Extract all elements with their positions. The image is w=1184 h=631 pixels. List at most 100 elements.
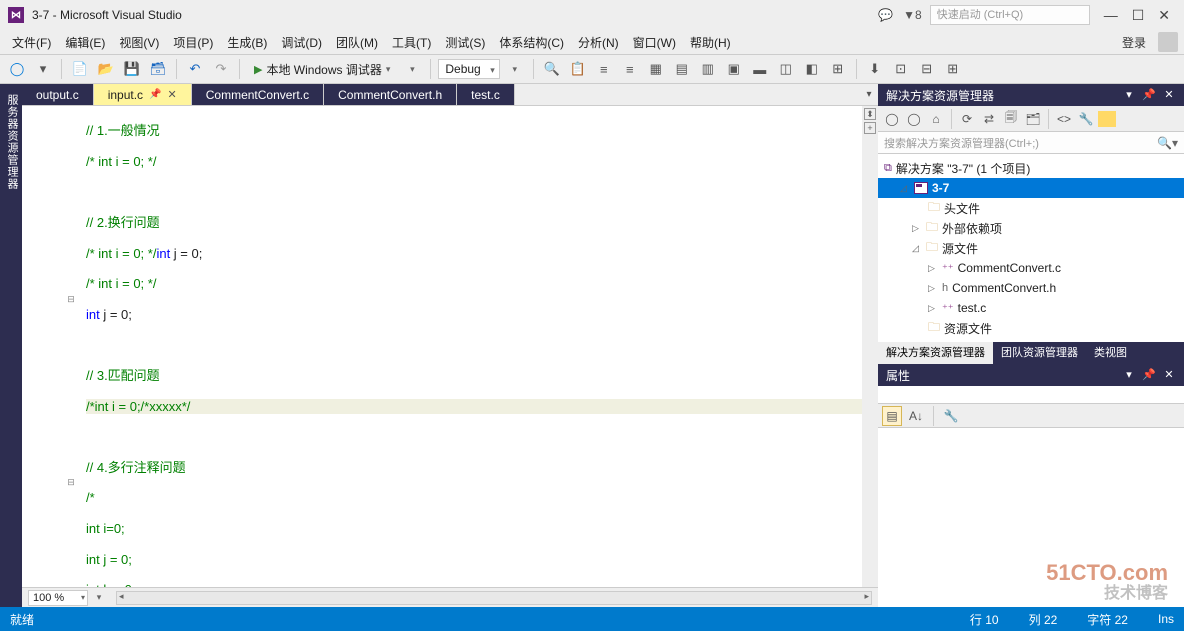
h-scrollbar[interactable] [116,591,872,605]
solution-search[interactable]: 搜索解决方案资源管理器(Ctrl+;) 🔍▾ [878,132,1184,154]
menu-file[interactable]: 文件(F) [6,32,57,53]
redo-icon[interactable]: ↷ [210,58,232,80]
toolbar-icon[interactable]: ⊡ [890,58,912,80]
menu-project[interactable]: 项目(P) [167,32,219,53]
menu-test[interactable]: 测试(S) [439,32,491,53]
file-tab-input[interactable]: input.c📌✕ [94,84,192,105]
toolbar-icon[interactable]: ≡ [619,58,641,80]
toolbar-icon[interactable]: ⊞ [942,58,964,80]
tabs-dropdown-icon[interactable]: ▾ [860,84,878,105]
tree-folder-external[interactable]: ▷🗀外部依赖项 [878,218,1184,238]
toolbar-icon[interactable]: ⊟ [916,58,938,80]
home-icon[interactable]: ⌂ [926,109,946,129]
toolbar-icon[interactable]: ▣ [723,58,745,80]
folder-icon[interactable] [1098,111,1116,127]
menu-window[interactable]: 窗口(W) [627,32,682,53]
file-tab-commentconvert-h[interactable]: CommentConvert.h [324,84,457,105]
home-icon[interactable]: ◯ [904,109,924,129]
panel-close-icon[interactable]: ✕ [1162,88,1176,102]
menu-view[interactable]: 视图(V) [113,32,165,53]
code-editor[interactable]: // 1.一般情况 /* int i = 0; */ // 2.换行问题 /* … [80,106,862,587]
nav-fwd-icon[interactable]: ▾ [32,58,54,80]
close-tab-icon[interactable]: ✕ [168,88,177,101]
file-tab-output[interactable]: output.c [22,84,94,105]
menu-debug[interactable]: 调试(D) [275,32,328,53]
tree-solution[interactable]: ⧉解决方案 "3-7" (1 个项目) [878,158,1184,178]
tree-file[interactable]: ▷⁺⁺CommentConvert.c [878,258,1184,278]
menu-help[interactable]: 帮助(H) [684,32,737,53]
pin-icon[interactable]: 📌 [149,89,161,100]
tree-folder-resource[interactable]: 🗀资源文件 [878,318,1184,338]
toolbar-icon[interactable]: ≡ [593,58,615,80]
undo-icon[interactable]: ↶ [184,58,206,80]
feedback-icon[interactable]: 💬 [878,8,893,22]
tree-folder-source[interactable]: ◿🗀源文件 [878,238,1184,258]
tab-class-view[interactable]: 类视图 [1086,342,1135,364]
maximize-button[interactable]: ☐ [1132,7,1145,24]
tree-project[interactable]: ◿3-7 [878,178,1184,198]
panel-pin-icon[interactable]: 📌 [1142,368,1156,382]
panel-dropdown-icon[interactable]: ▾ [1122,368,1136,382]
tree-file[interactable]: ▷⁺⁺test.c [878,298,1184,318]
user-avatar-icon[interactable] [1158,32,1178,52]
panel-close-icon[interactable]: ✕ [1162,368,1176,382]
save-icon[interactable]: 💾 [121,58,143,80]
wrench-icon[interactable]: 🔧 [1076,109,1096,129]
quick-launch-input[interactable]: 快速启动 (Ctrl+Q) [930,5,1090,25]
toolbar-icon[interactable]: ▥ [697,58,719,80]
window-title: 3-7 - Microsoft Visual Studio [32,8,182,22]
zoom-combo[interactable]: 100 % [28,590,88,606]
tree-folder-headers[interactable]: 🗀头文件 [878,198,1184,218]
play-icon: ▶ [254,63,262,76]
panel-dropdown-icon[interactable]: ▾ [1122,88,1136,102]
tab-team-explorer[interactable]: 团队资源管理器 [993,342,1086,364]
file-tabs: output.c input.c📌✕ CommentConvert.c Comm… [22,84,878,106]
close-button[interactable]: ✕ [1158,7,1170,24]
toolbar-icon[interactable]: 📋 [567,58,589,80]
new-project-icon[interactable]: 📄 [69,58,91,80]
toolbar-icon[interactable]: ⊞ [827,58,849,80]
minimize-button[interactable]: — [1104,7,1118,24]
notifications-icon[interactable]: ▼8 [903,8,922,22]
toolbar-icon[interactable]: ◫ [775,58,797,80]
menu-tools[interactable]: 工具(T) [386,32,437,53]
menu-arch[interactable]: 体系结构(C) [493,32,570,53]
toolbar-icon[interactable]: ▬ [749,58,771,80]
menu-team[interactable]: 团队(M) [330,32,384,53]
split-icon[interactable]: + [864,122,876,134]
toolbar-icon[interactable]: ◧ [801,58,823,80]
refresh-icon[interactable]: ⟳ [957,109,977,129]
toolbar-icon[interactable]: ⬇ [864,58,886,80]
tab-solution-explorer[interactable]: 解决方案资源管理器 [878,342,993,364]
fold-icon[interactable]: ⊟ [62,292,80,307]
solution-toolbar: ◯ ◯ ⌂ ⟳ ⇄ 🗐 🗂 <> 🔧 [878,106,1184,132]
config-combo[interactable]: Debug [438,59,499,79]
toolbar-icon[interactable]: ▤ [671,58,693,80]
toolbar-icon[interactable]: ▦ [645,58,667,80]
categorize-icon[interactable]: ▤ [882,406,902,426]
sync-icon[interactable]: ⇄ [979,109,999,129]
split-icon[interactable]: ⬍ [864,108,876,120]
file-tab-commentconvert-c[interactable]: CommentConvert.c [192,84,324,105]
server-explorer-tab[interactable]: 服务器资源管理器 [4,90,20,601]
sort-az-icon[interactable]: A↓ [906,406,926,426]
menu-edit[interactable]: 编辑(E) [59,32,111,53]
nav-back-icon[interactable]: ◯ [6,58,28,80]
menu-analyze[interactable]: 分析(N) [572,32,625,53]
zoom-dropdown-icon[interactable]: ▾ [88,587,110,609]
login-link[interactable]: 登录 [1116,32,1152,53]
properties-icon[interactable]: 🗂 [1023,109,1043,129]
menu-build[interactable]: 生成(B) [221,32,273,53]
start-debug-button[interactable]: ▶ 本地 Windows 调试器 ▾ [247,58,397,81]
panel-pin-icon[interactable]: 📌 [1142,88,1156,102]
fold-icon[interactable]: ⊟ [62,475,80,490]
open-file-icon[interactable]: 📂 [95,58,117,80]
save-all-icon[interactable]: 🗃 [147,58,169,80]
code-icon[interactable]: <> [1054,109,1074,129]
wrench-icon[interactable]: 🔧 [941,406,961,426]
show-all-icon[interactable]: 🗐 [1001,109,1021,129]
file-tab-test[interactable]: test.c [457,84,515,105]
toolbar-icon[interactable]: 🔍 [541,58,563,80]
tree-file[interactable]: ▷hCommentConvert.h [878,278,1184,298]
home-icon[interactable]: ◯ [882,109,902,129]
